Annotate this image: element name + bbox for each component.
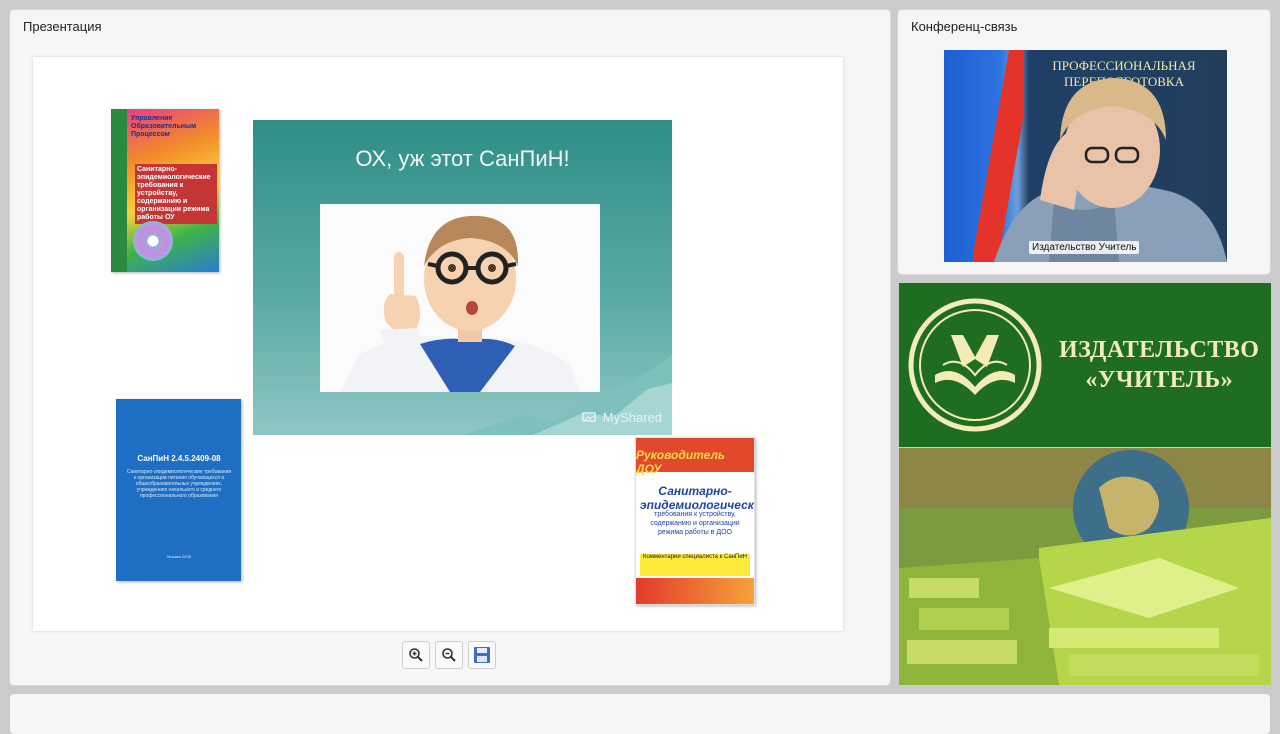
save-icon	[474, 647, 490, 663]
publisher-logo-icon	[908, 298, 1042, 432]
publisher-logo-banner: ИЗДАТЕЛЬСТВО «УЧИТЕЛЬ»	[899, 283, 1271, 447]
participant-figure-icon	[994, 78, 1227, 262]
book-cover-title: СанПиН 2.4.5.2409-08	[137, 454, 221, 463]
participant-video[interactable]: ПРОФЕССИОНАЛЬНАЯ ПЕРЕПОДГОТОВКА Издатель…	[944, 50, 1227, 262]
zoom-out-button[interactable]	[435, 641, 463, 669]
book-cover-subtitle: Санитарно-эпидемиологические требования …	[126, 469, 232, 499]
publisher-name-line1: ИЗДАТЕЛЬСТВО	[1059, 337, 1260, 363]
book-cover-footer: Москва 2008	[167, 554, 191, 559]
books-globe-illustration-icon	[899, 448, 1271, 685]
monitor-icon	[582, 412, 596, 422]
books-globe-image	[899, 448, 1271, 685]
presentation-title: Презентация	[23, 19, 102, 34]
book-cover-subtitle: требования к устройству, содержанию и ор…	[650, 511, 740, 536]
conference-panel: Конференц-связь ПРОФЕССИОНАЛЬНАЯ ПЕРЕПОД…	[898, 10, 1270, 274]
book-cover-title: Санитарно-эпидемиологические	[640, 484, 754, 512]
book-cover-note: Комментарии специалиста к СанПиН	[640, 554, 750, 576]
presentation-panel: Презентация Управление Образовательным П…	[10, 10, 890, 685]
zoom-in-button[interactable]	[402, 641, 430, 669]
slide-hero-image: ОХ, уж этот СанПиН! MyShared	[253, 120, 672, 435]
bottom-panel	[10, 694, 1270, 734]
save-button[interactable]	[468, 641, 496, 669]
slide-canvas: Управление Образовательным Процессом Сан…	[33, 57, 843, 631]
conference-title: Конференц-связь	[911, 19, 1018, 34]
book-cover-subtitle: Санитарно-эпидемиологические требования …	[135, 164, 217, 224]
book-cover-management: Управление Образовательным Процессом Сан…	[111, 109, 219, 272]
cd-disc-icon	[133, 221, 173, 261]
zoom-in-icon	[409, 648, 423, 662]
book-cover-sanpin: СанПиН 2.4.5.2409-08 Санитарно-эпидемиол…	[116, 399, 241, 581]
publisher-name-line2: «УЧИТЕЛЬ»	[1085, 367, 1234, 393]
participant-name-label: Издательство Учитель	[1029, 241, 1140, 254]
book-cover-header: Руководитель ДОУ	[636, 438, 754, 476]
myshared-label: MyShared	[602, 410, 662, 425]
book-cover-title: Управление Образовательным Процессом	[131, 115, 197, 138]
book-cover-dou: Руководитель ДОУ Санитарно-эпидемиологич…	[635, 437, 755, 605]
publisher-name: ИЗДАТЕЛЬСТВО «УЧИТЕЛЬ»	[1059, 335, 1259, 395]
myshared-watermark: MyShared	[582, 410, 662, 425]
slide-hero-title: ОХ, уж этот СанПиН!	[355, 146, 570, 171]
book-spine-stripe	[111, 109, 127, 272]
zoom-out-icon	[442, 648, 456, 662]
book-cover-series: Руководитель ДОУ	[636, 448, 726, 476]
book-cover-bottom-band	[636, 578, 754, 604]
